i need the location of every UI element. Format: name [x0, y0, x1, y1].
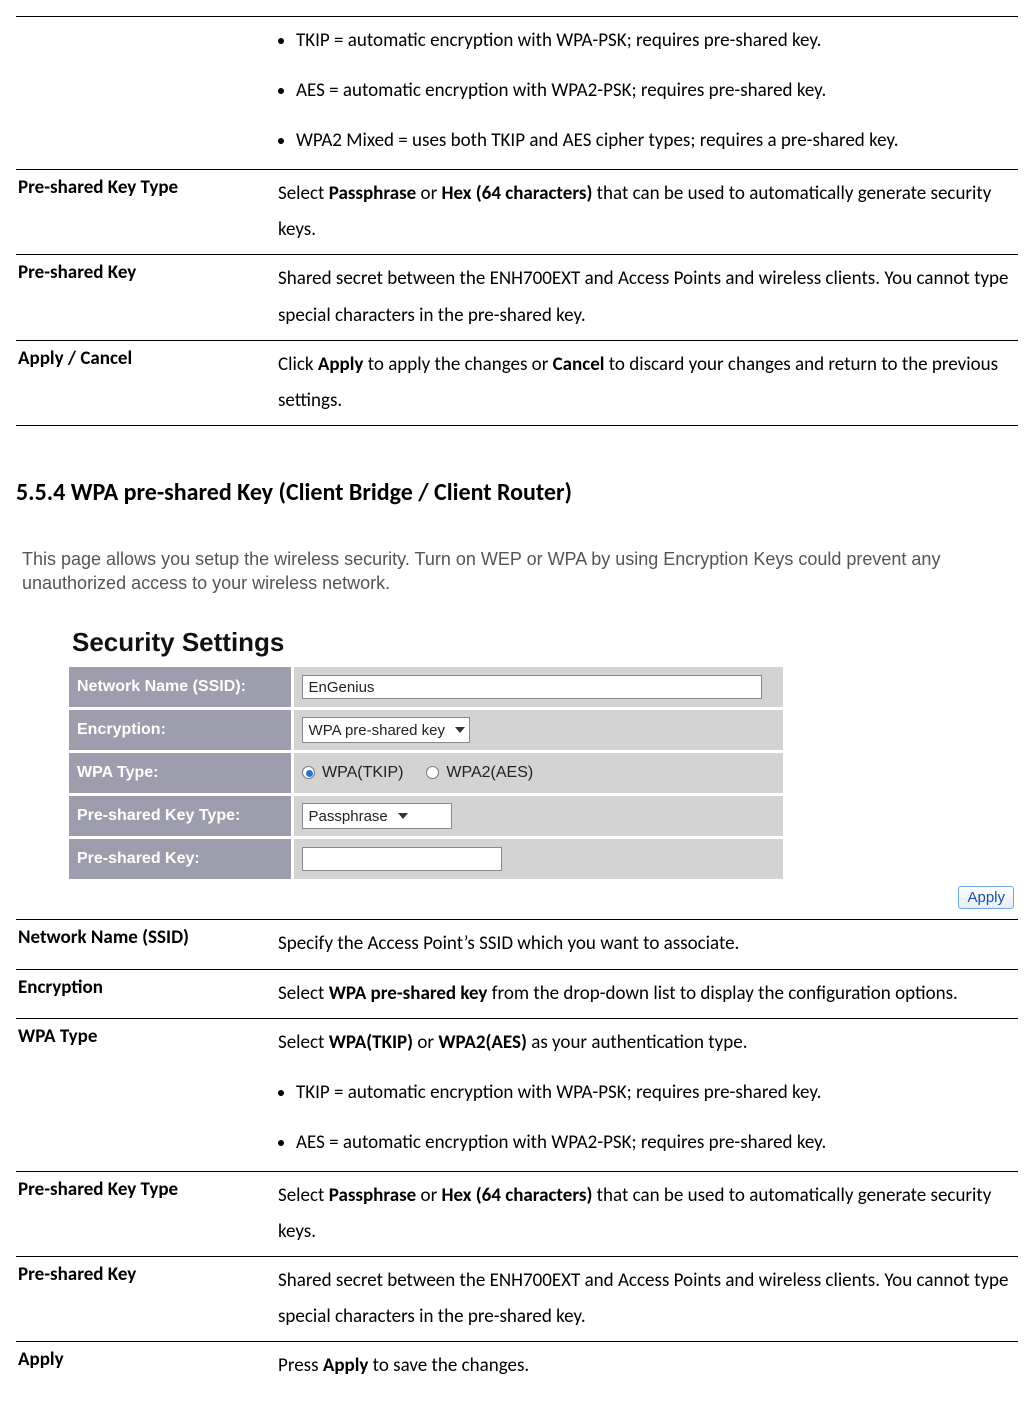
psk-label: Pre-shared Key: [69, 839, 291, 879]
definition-table-top: TKIP = automatic encryption with WPA-PSK… [16, 16, 1018, 438]
table-row: WPA Type Select WPA(TKIP) or WPA2(AES) a… [16, 1018, 1018, 1171]
table-row: Network Name (SSID) Specify the Access P… [16, 920, 1018, 969]
top-bullet: TKIP = automatic encryption with WPA-PSK… [296, 23, 1016, 73]
shot-intro-text: This page allows you setup the wireless … [16, 529, 1018, 604]
row-label: Pre-shared Key Type [16, 1171, 276, 1256]
psk-type-label: Pre-shared Key Type: [69, 796, 291, 836]
psk-type-select-value: Passphrase [309, 808, 388, 825]
top-bullet: AES = automatic encryption with WPA2-PSK… [296, 73, 1016, 123]
row-desc: Press Apply to save the changes. [276, 1342, 1018, 1391]
wpa-type-label: WPA Type: [69, 753, 291, 793]
wpa2-aes-radio-label: WPA2(AES) [446, 764, 533, 781]
chevron-down-icon [398, 813, 408, 819]
encryption-label: Encryption: [69, 710, 291, 750]
row-desc: Shared secret between the ENH700EXT and … [276, 255, 1018, 340]
row-bullet: TKIP = automatic encryption with WPA-PSK… [296, 1075, 1016, 1125]
ssid-input[interactable]: EnGenius [302, 675, 762, 699]
row-bullet: AES = automatic encryption with WPA2-PSK… [296, 1125, 1016, 1165]
shot-title: Security Settings [72, 627, 1018, 658]
encryption-select[interactable]: WPA pre-shared key [302, 717, 470, 743]
row-label: Pre-shared Key Type [16, 170, 276, 255]
wpa-tkip-radio-label: WPA(TKIP) [322, 764, 403, 781]
chevron-down-icon [455, 727, 465, 733]
apply-button[interactable]: Apply [958, 886, 1014, 909]
table-row: Apply Press Apply to save the changes. [16, 1342, 1018, 1391]
row-desc: Select Passphrase or Hex (64 characters)… [276, 170, 1018, 255]
row-desc: Select Passphrase or Hex (64 characters)… [276, 1171, 1018, 1256]
top-bullet: WPA2 Mixed = uses both TKIP and AES ciph… [296, 123, 1016, 163]
security-settings-form: Network Name (SSID): EnGenius Encryption… [66, 664, 786, 882]
definition-table-bottom: Network Name (SSID) Specify the Access P… [16, 919, 1018, 1390]
table-row: Pre-shared Key Shared secret between the… [16, 255, 1018, 340]
psk-input[interactable] [302, 847, 502, 871]
wpa-tkip-radio[interactable] [302, 766, 315, 779]
row-label: Apply / Cancel [16, 340, 276, 425]
table-row: Pre-shared Key Type Select Passphrase or… [16, 170, 1018, 255]
row-desc: Shared secret between the ENH700EXT and … [276, 1257, 1018, 1342]
table-row: Pre-shared Key Shared secret between the… [16, 1257, 1018, 1342]
section-heading: 5.5.4 WPA pre-shared Key (Client Bridge … [16, 478, 1018, 507]
table-row: Apply / Cancel Click Apply to apply the … [16, 340, 1018, 425]
psk-type-select[interactable]: Passphrase [302, 803, 452, 829]
security-settings-screenshot: This page allows you setup the wireless … [16, 529, 1018, 916]
row-desc: Specify the Access Point’s SSID which yo… [276, 920, 1018, 969]
row-label: Encryption [16, 969, 276, 1018]
row-label: Pre-shared Key [16, 255, 276, 340]
row-label: Pre-shared Key [16, 1257, 276, 1342]
row-desc: Select WPA(TKIP) or WPA2(AES) as your au… [276, 1018, 1018, 1171]
row-label: Network Name (SSID) [16, 920, 276, 969]
top-bullets: TKIP = automatic encryption with WPA-PSK… [278, 23, 1016, 163]
table-row: Pre-shared Key Type Select Passphrase or… [16, 1171, 1018, 1256]
table-row: Encryption Select WPA pre-shared key fro… [16, 969, 1018, 1018]
row-label: Apply [16, 1342, 276, 1391]
ssid-label: Network Name (SSID): [69, 667, 291, 707]
row-label: WPA Type [16, 1018, 276, 1171]
wpa2-aes-radio[interactable] [426, 766, 439, 779]
row-desc: Select WPA pre-shared key from the drop-… [276, 969, 1018, 1018]
wpa-type-radiogroup: WPA(TKIP) WPA2(AES) [302, 764, 552, 781]
row-desc: Click Apply to apply the changes or Canc… [276, 340, 1018, 425]
encryption-select-value: WPA pre-shared key [309, 722, 445, 739]
